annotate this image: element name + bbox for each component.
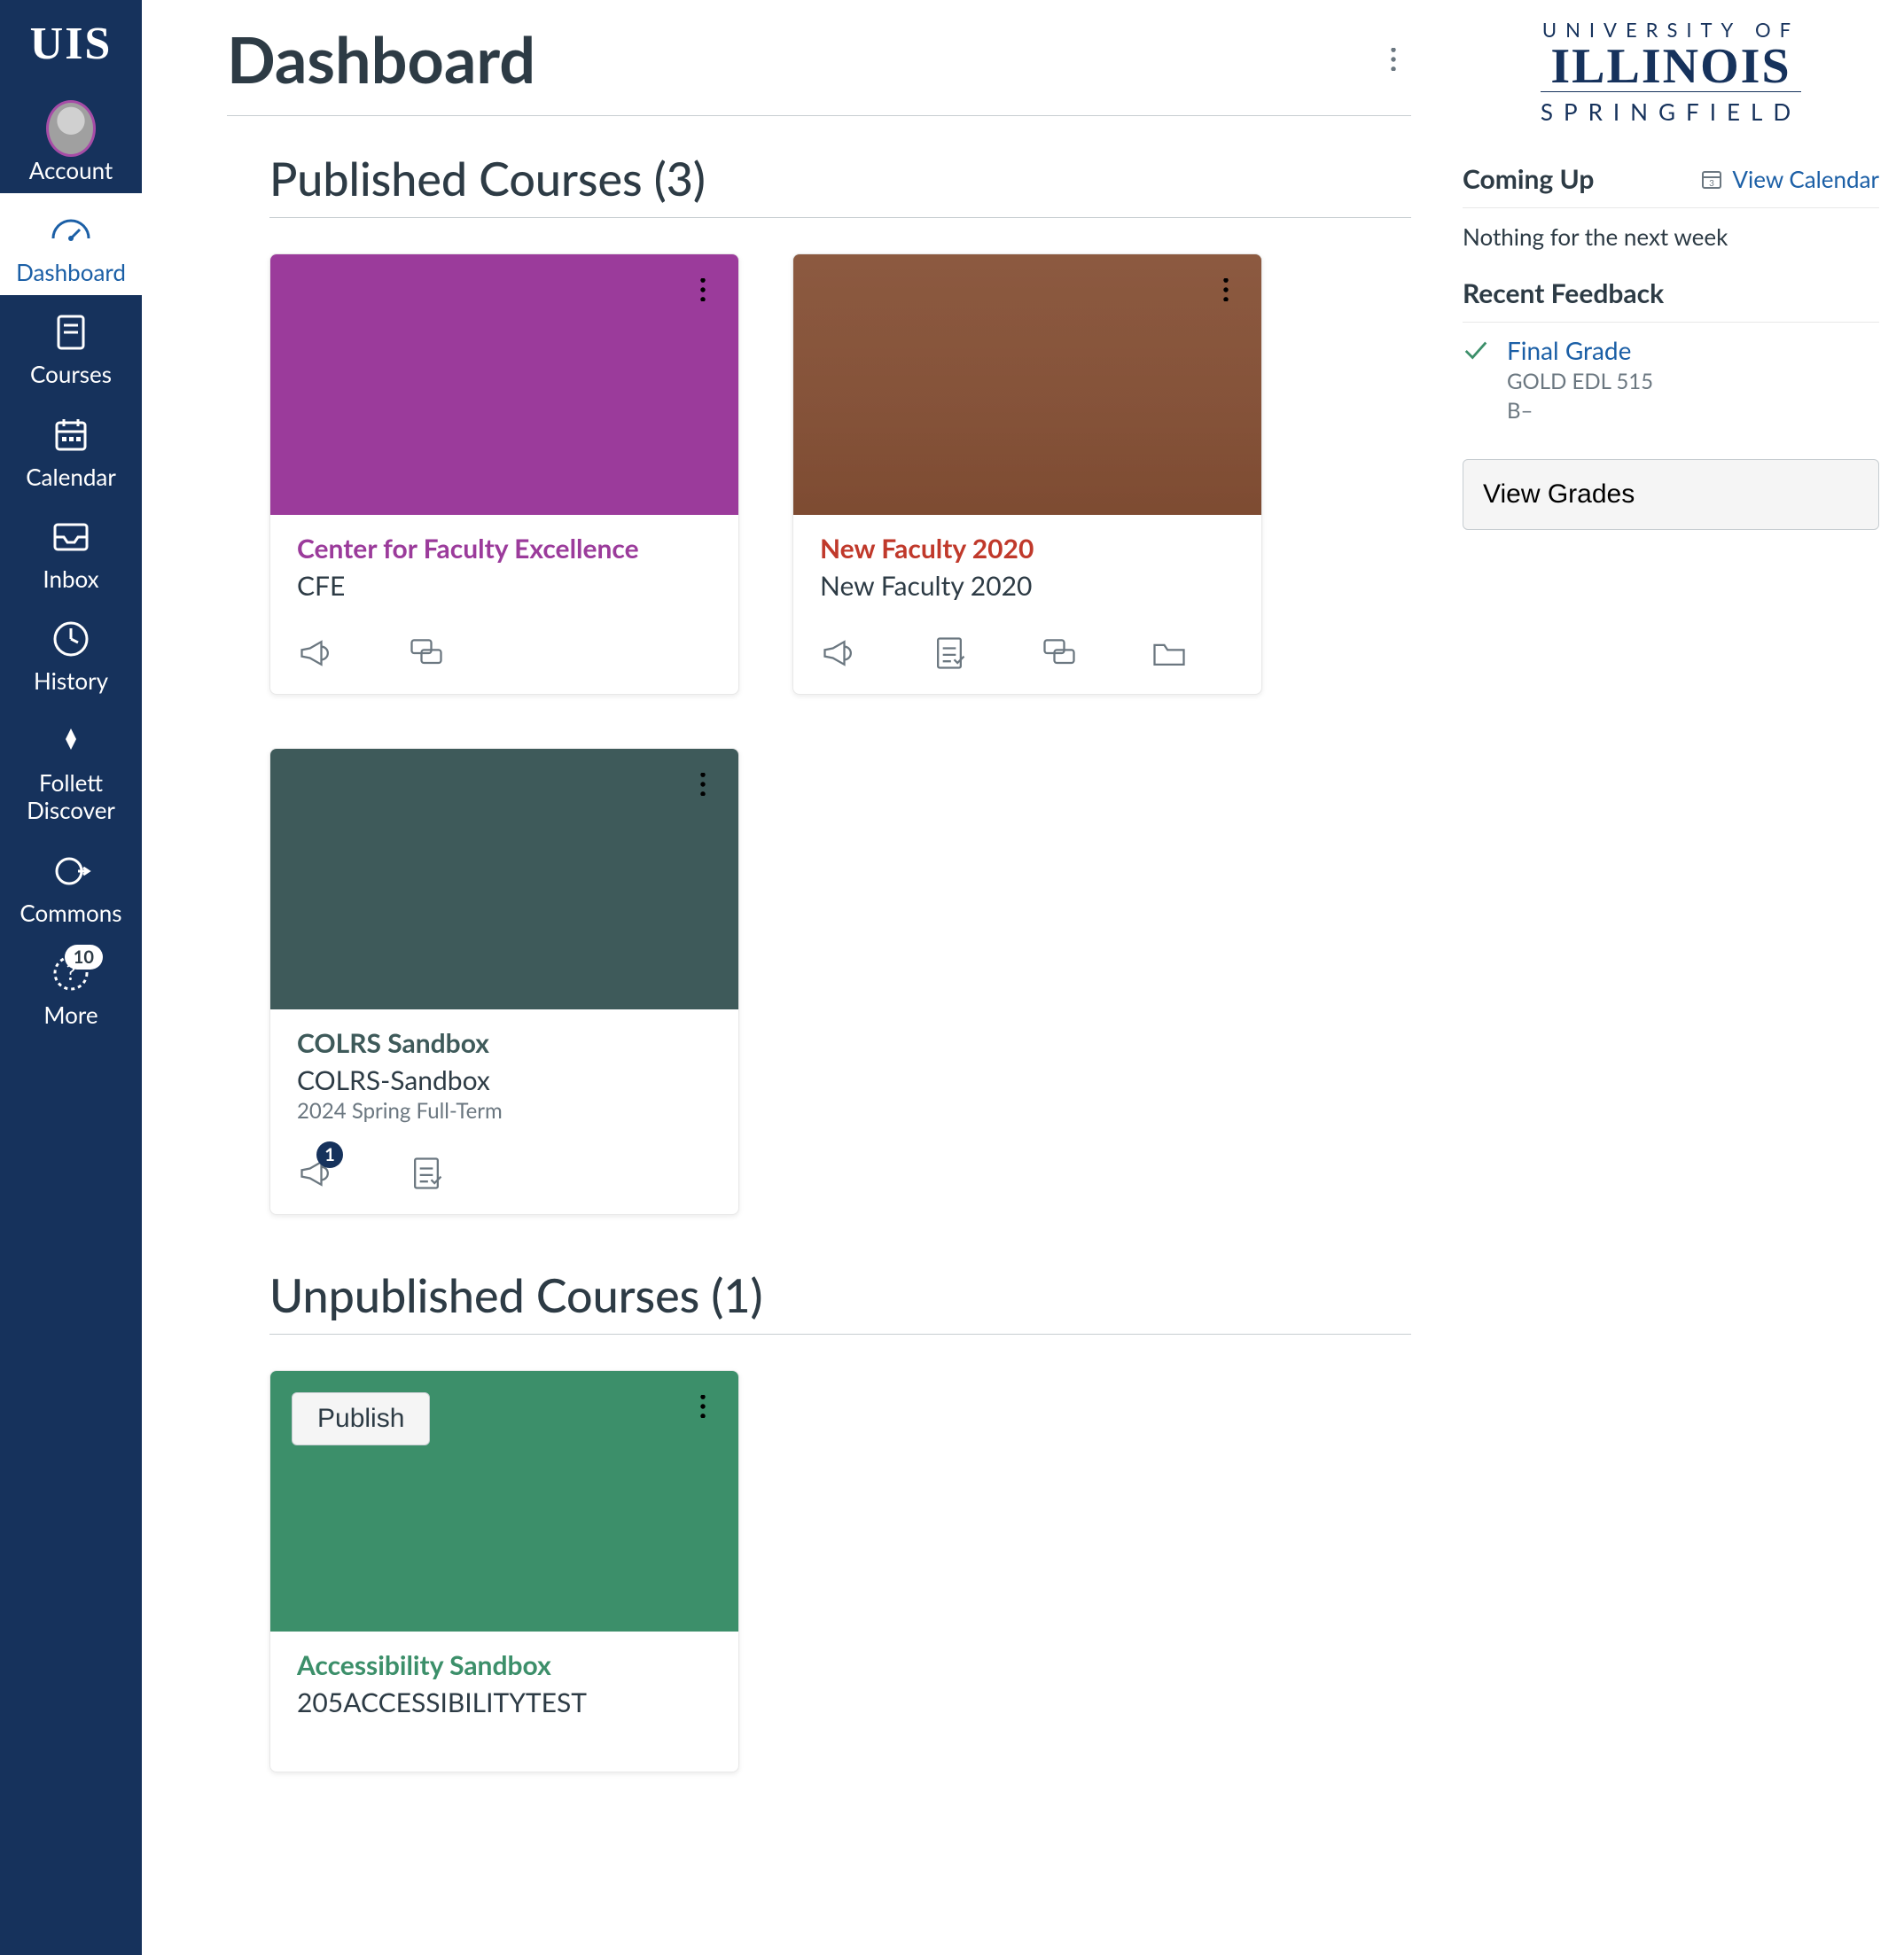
course-actions: [793, 618, 1261, 694]
course-code: 205ACCESSIBILITYTEST: [297, 1686, 712, 1718]
nav-courses[interactable]: Courses: [0, 295, 142, 397]
feedback-grade: B–: [1507, 398, 1653, 424]
course-options-button[interactable]: [1208, 272, 1244, 308]
course-actions: 1: [270, 1138, 738, 1214]
notification-badge: 1: [316, 1141, 343, 1168]
unpublished-heading: Unpublished Courses (1): [269, 1268, 1411, 1335]
help-icon: 10: [46, 948, 96, 998]
course-card[interactable]: New Faculty 2020 New Faculty 2020: [792, 253, 1262, 695]
assignment-icon[interactable]: [407, 1154, 446, 1193]
feedback-course: GOLD EDL 515: [1507, 369, 1653, 394]
course-card[interactable]: COLRS Sandbox COLRS-Sandbox2024 Spring Fu…: [269, 748, 739, 1215]
course-code: CFE: [297, 570, 712, 602]
nav-commons[interactable]: Commons: [0, 834, 142, 936]
inbox-icon: [46, 512, 96, 562]
course-options-button[interactable]: [685, 272, 721, 308]
right-rail: UNIVERSITY OF ILLINOIS SPRINGFIELD Comin…: [1454, 0, 1897, 1955]
course-code: New Faculty 2020: [820, 570, 1235, 602]
course-term: 2024 Spring Full-Term: [297, 1098, 712, 1124]
book-icon: [46, 308, 96, 357]
discussion-icon[interactable]: [1040, 634, 1079, 673]
course-body: COLRS Sandbox COLRS-Sandbox2024 Spring Fu…: [270, 1009, 738, 1138]
discussion-icon[interactable]: [407, 634, 446, 673]
feedback-item[interactable]: Final Grade GOLD EDL 515 B–: [1463, 323, 1879, 432]
folder-icon[interactable]: [1150, 634, 1189, 673]
nav-calendar[interactable]: Calendar: [0, 398, 142, 500]
course-hero: [793, 254, 1261, 515]
nav-dashboard[interactable]: Dashboard: [0, 193, 142, 295]
course-hero: Publish: [270, 1371, 738, 1632]
check-icon: [1463, 339, 1489, 424]
nav-follett[interactable]: Follett Discover: [0, 704, 142, 833]
megaphone-icon[interactable]: [820, 634, 859, 673]
course-options-button[interactable]: [685, 1389, 721, 1424]
megaphone-icon[interactable]: 1: [297, 1154, 336, 1193]
published-heading: Published Courses (3): [269, 152, 1411, 218]
course-hero: [270, 254, 738, 515]
coming-up-heading: Coming Up: [1463, 163, 1594, 195]
course-card[interactable]: Center for Faculty Excellence CFE: [269, 253, 739, 695]
global-nav: UIS Account Dashboard Courses Calendar I…: [0, 0, 142, 1955]
nav-account[interactable]: Account: [0, 91, 142, 193]
coming-up-empty: Nothing for the next week: [1463, 208, 1879, 265]
course-code: COLRS-Sandbox: [297, 1064, 712, 1096]
page-title: Dashboard: [227, 21, 535, 97]
commons-icon: [46, 846, 96, 896]
main-content: Dashboard Published Courses (3) Center f…: [142, 0, 1454, 1955]
recent-feedback-heading: Recent Feedback: [1463, 277, 1664, 309]
megaphone-icon[interactable]: [297, 634, 336, 673]
course-hero: [270, 749, 738, 1009]
calendar-small-icon: [1700, 167, 1723, 191]
published-grid: Center for Faculty Excellence CFE New Facu…: [269, 253, 1411, 1215]
assignment-icon[interactable]: [930, 634, 969, 673]
university-logo: UNIVERSITY OF ILLINOIS SPRINGFIELD: [1463, 18, 1879, 126]
course-body: New Faculty 2020 New Faculty 2020: [793, 515, 1261, 618]
course-card[interactable]: Publish Accessibility Sandbox 205ACCESSIBI…: [269, 1370, 739, 1772]
nav-history[interactable]: History: [0, 602, 142, 704]
view-calendar-link[interactable]: View Calendar: [1700, 165, 1879, 193]
speedometer-icon: [46, 206, 96, 255]
course-actions: [270, 618, 738, 694]
course-name: COLRS Sandbox: [297, 1027, 712, 1059]
follett-icon: [46, 716, 96, 766]
course-name: New Faculty 2020: [820, 533, 1235, 565]
avatar-icon: [46, 104, 96, 153]
course-actions: [270, 1734, 738, 1772]
view-grades-button[interactable]: View Grades: [1463, 459, 1879, 530]
logo: UIS: [30, 18, 113, 70]
unpublished-grid: Publish Accessibility Sandbox 205ACCESSIBI…: [269, 1370, 1411, 1772]
more-badge: 10: [65, 945, 103, 970]
nav-inbox[interactable]: Inbox: [0, 500, 142, 602]
clock-icon: [46, 614, 96, 664]
course-body: Center for Faculty Excellence CFE: [270, 515, 738, 618]
course-name: Accessibility Sandbox: [297, 1649, 712, 1681]
dashboard-options-button[interactable]: [1376, 42, 1411, 77]
nav-more[interactable]: 10 More: [0, 936, 142, 1038]
course-options-button[interactable]: [685, 767, 721, 802]
feedback-title: Final Grade: [1507, 335, 1653, 365]
course-body: Accessibility Sandbox 205ACCESSIBILITYTES…: [270, 1632, 738, 1734]
calendar-icon: [46, 410, 96, 460]
course-name: Center for Faculty Excellence: [297, 533, 712, 565]
publish-button[interactable]: Publish: [292, 1392, 430, 1445]
